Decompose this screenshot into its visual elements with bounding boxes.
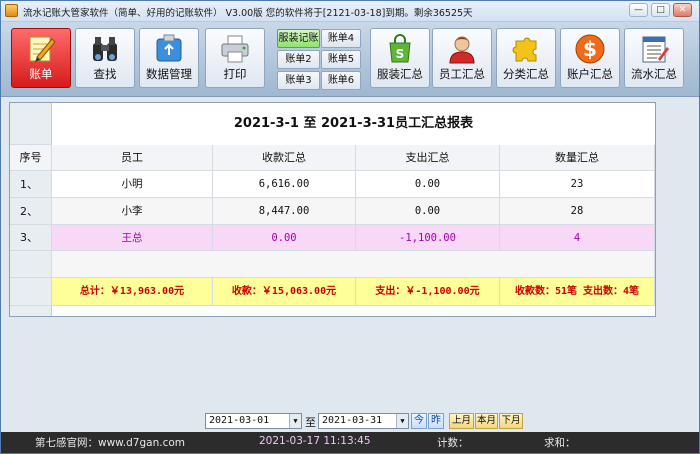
clothing-summary-label: 服装汇总 xyxy=(377,67,423,81)
start-date-picker[interactable]: 2021-03-01 ▼ xyxy=(205,413,302,429)
summary-total: 总计：￥13,963.00元 xyxy=(52,278,213,306)
end-date-picker[interactable]: 2021-03-31 ▼ xyxy=(318,413,409,429)
cell-expense[interactable]: 0.00 xyxy=(356,171,500,198)
account-summary-button[interactable]: $ 账户汇总 xyxy=(560,28,620,88)
start-date-value: 2021-03-01 xyxy=(209,415,270,426)
app-logo-icon xyxy=(5,4,18,17)
pencil-notepad-icon xyxy=(29,36,56,62)
app-window: 流水记账大管家软件（简单、好用的记账软件） V3.00版 您的软件将于[2121… xyxy=(0,0,700,454)
next-month-button[interactable]: 下月 xyxy=(499,413,523,429)
summary-expense: 支出：￥-1,100.00元 xyxy=(356,278,500,306)
summary-counts: 收款数：51笔 支出数：4笔 xyxy=(500,278,655,306)
search-button-label: 查找 xyxy=(93,67,117,81)
cell-income[interactable]: 0.00 xyxy=(213,225,356,251)
status-datetime: 2021-03-17 11:13:45 xyxy=(259,435,371,447)
cell-income[interactable]: 6,616.00 xyxy=(213,171,356,198)
bill-button[interactable]: 账单 xyxy=(11,28,71,88)
toolbar: 账单 查找 数据管理 打印 服装记账 账单4 账单2 账单5 账单3 账单6 S… xyxy=(1,22,699,97)
last-month-button[interactable]: 上月 xyxy=(449,413,474,429)
status-bar: 第七感官网：www.d7gan.com 2021-03-17 11:13:45 … xyxy=(1,432,699,453)
this-month-button[interactable]: 本月 xyxy=(475,413,498,429)
employee-summary-button[interactable]: 员工汇总 xyxy=(432,28,492,88)
bill2-button[interactable]: 账单2 xyxy=(277,50,320,69)
chevron-down-icon[interactable]: ▼ xyxy=(396,414,408,428)
binoculars-icon xyxy=(93,37,117,61)
puzzle-icon xyxy=(512,37,537,62)
row-index: 1、 xyxy=(10,171,52,198)
employee-summary-label: 员工汇总 xyxy=(439,67,485,81)
corner-cell xyxy=(10,103,52,145)
row-index: 3、 xyxy=(10,225,52,251)
usb-drive-icon xyxy=(156,34,182,62)
dollar-coin-icon: $ xyxy=(575,34,605,64)
bill4-button[interactable]: 账单4 xyxy=(321,29,361,48)
bill6-button[interactable]: 账单6 xyxy=(321,71,361,90)
window-title: 流水记账大管家软件（简单、好用的记账软件） V3.00版 您的软件将于[2121… xyxy=(23,8,473,19)
ledger-summary-button[interactable]: 流水汇总 xyxy=(624,28,684,88)
col-header-employee[interactable]: 员工 xyxy=(52,145,213,171)
printer-icon xyxy=(221,35,249,63)
summary-income: 收款：￥15,063.00元 xyxy=(213,278,356,306)
cell-employee[interactable]: 小李 xyxy=(52,198,213,225)
title-bar: 流水记账大管家软件（简单、好用的记账软件） V3.00版 您的软件将于[2121… xyxy=(1,1,699,22)
cell-employee[interactable]: 王总 xyxy=(52,225,213,251)
end-date-value: 2021-03-31 xyxy=(322,415,383,426)
col-header-index: 序号 xyxy=(10,145,52,171)
data-management-button[interactable]: 数据管理 xyxy=(139,28,199,88)
row-index-filler xyxy=(10,306,52,316)
svg-text:$: $ xyxy=(583,37,597,61)
category-summary-label: 分类汇总 xyxy=(503,67,549,81)
row-index-summary xyxy=(10,278,52,306)
employee-icon xyxy=(449,36,475,64)
count-label: 计数： xyxy=(437,437,469,449)
col-header-income[interactable]: 收款汇总 xyxy=(213,145,356,171)
website-link[interactable]: 第七感官网：www.d7gan.com xyxy=(35,435,185,450)
maximize-button[interactable]: □ xyxy=(651,3,670,17)
ledger-summary-label: 流水汇总 xyxy=(631,67,677,81)
cell-employee[interactable]: 小明 xyxy=(52,171,213,198)
clothing-summary-button[interactable]: S 服装汇总 xyxy=(370,28,430,88)
col-header-quantity[interactable]: 数量汇总 xyxy=(500,145,655,171)
bill3-button[interactable]: 账单3 xyxy=(277,71,320,90)
shopping-bag-icon: S xyxy=(389,34,411,63)
sum-label: 求和： xyxy=(544,437,576,449)
empty-row xyxy=(52,251,655,278)
yesterday-button[interactable]: 昨 xyxy=(428,413,444,429)
print-button[interactable]: 打印 xyxy=(205,28,265,88)
print-button-label: 打印 xyxy=(223,67,247,81)
report-title: 2021-3-1 至 2021-3-31员工汇总报表 xyxy=(52,103,655,146)
close-button[interactable]: ✕ xyxy=(673,3,692,17)
ledger-icon xyxy=(642,36,669,63)
report-grid: 2021-3-1 至 2021-3-31员工汇总报表 序号 员工 收款汇总 支出… xyxy=(9,102,656,317)
col-header-expense[interactable]: 支出汇总 xyxy=(356,145,500,171)
data-management-label: 数据管理 xyxy=(146,67,192,81)
bill5-button[interactable]: 账单5 xyxy=(321,50,361,69)
cell-quantity[interactable]: 4 xyxy=(500,225,655,251)
category-summary-button[interactable]: 分类汇总 xyxy=(496,28,556,88)
cell-quantity[interactable]: 23 xyxy=(500,171,655,198)
search-button[interactable]: 查找 xyxy=(75,28,135,88)
cell-expense[interactable]: 0.00 xyxy=(356,198,500,225)
svg-text:S: S xyxy=(396,47,405,61)
clothing-bill-button[interactable]: 服装记账 xyxy=(277,29,320,48)
row-index-empty xyxy=(10,251,52,278)
row-index: 2、 xyxy=(10,198,52,225)
cell-quantity[interactable]: 28 xyxy=(500,198,655,225)
account-summary-label: 账户汇总 xyxy=(567,67,613,81)
minimize-button[interactable]: — xyxy=(629,3,648,17)
chevron-down-icon[interactable]: ▼ xyxy=(289,414,301,428)
cell-income[interactable]: 8,447.00 xyxy=(213,198,356,225)
today-button[interactable]: 今 xyxy=(411,413,427,429)
to-label: 至 xyxy=(305,416,316,429)
cell-expense[interactable]: -1,100.00 xyxy=(356,225,500,251)
bill-button-label: 账单 xyxy=(29,67,53,81)
date-filter-bar: 2021-03-01 ▼ 至 2021-03-31 ▼ 今 昨 上月 本月 下月 xyxy=(1,412,699,430)
